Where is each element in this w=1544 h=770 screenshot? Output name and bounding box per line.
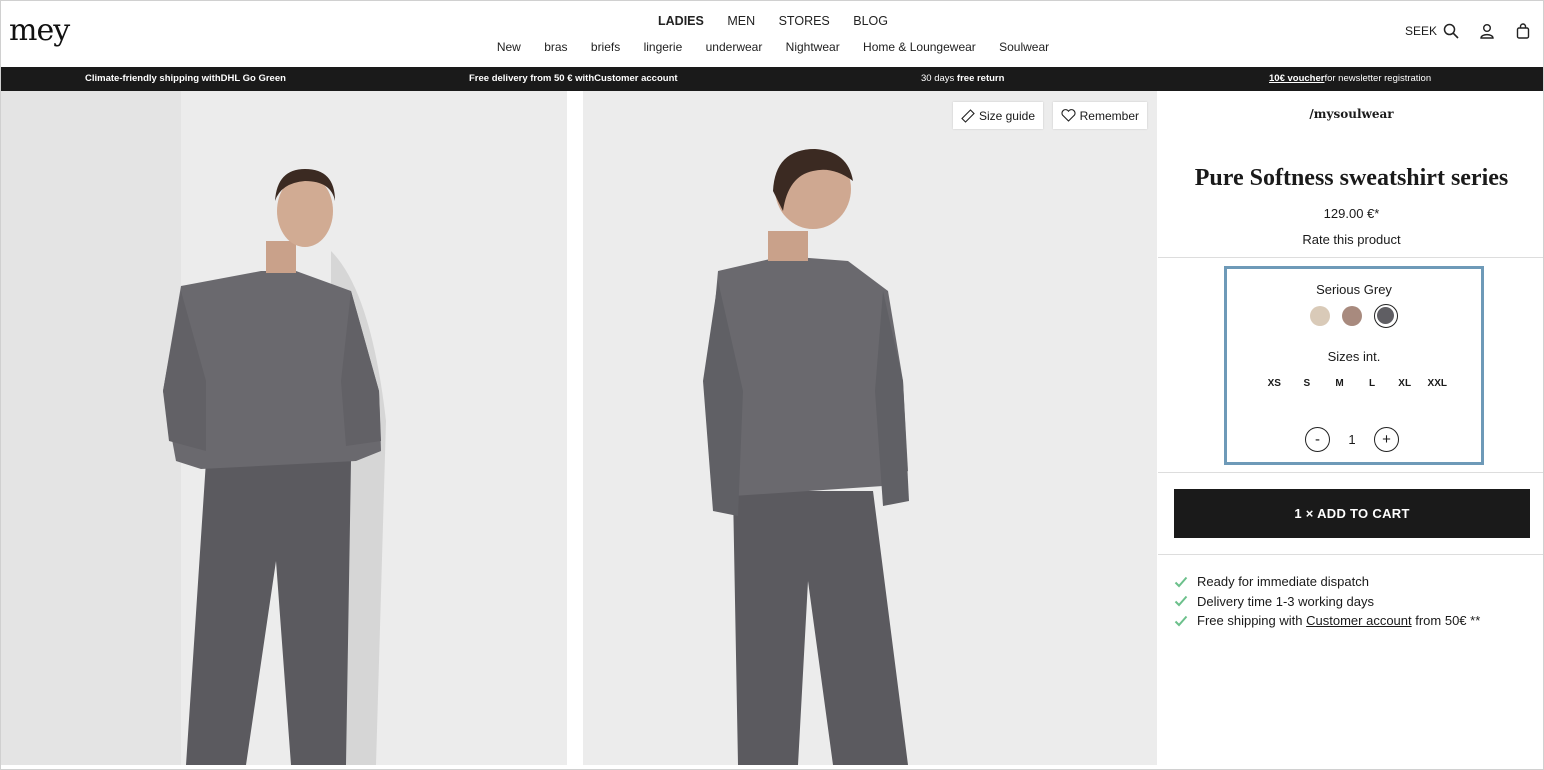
color-swatch-beige[interactable] (1310, 306, 1330, 326)
rate-product-link[interactable]: Rate this product (1158, 232, 1543, 247)
heart-icon (1061, 109, 1076, 122)
size-s[interactable]: S (1291, 378, 1324, 389)
variant-options: Serious Grey Sizes int. XS S M L XL XXL … (1224, 266, 1484, 465)
main-nav: LADIES MEN STORES BLOG (1, 14, 1543, 28)
product-image-front[interactable] (1, 91, 567, 765)
ruler-icon (961, 108, 975, 123)
nav-ladies[interactable]: LADIES (658, 14, 704, 28)
quantity-stepper: - 1 + (1305, 427, 1399, 452)
size-l[interactable]: L (1356, 378, 1389, 389)
site-header: mey LADIES MEN STORES BLOG New bras brie… (1, 1, 1543, 67)
model-front-photo (1, 91, 567, 765)
subnav-lingerie[interactable]: lingerie (644, 40, 683, 54)
size-options: XS S M L XL XXL (1258, 378, 1454, 389)
sizes-label: Sizes int. (1327, 349, 1381, 364)
sub-nav: New bras briefs lingerie underwear Night… (1, 40, 1543, 54)
page: mey LADIES MEN STORES BLOG New bras brie… (0, 0, 1544, 770)
product-price: 129.00 €* (1323, 206, 1380, 221)
size-guide-button[interactable]: Size guide (952, 102, 1043, 129)
selected-color-name: Serious Grey (1316, 282, 1392, 297)
search-label: SEEK (1404, 24, 1437, 38)
quantity-increase-button[interactable]: + (1374, 427, 1399, 452)
remember-label: Remember (1079, 108, 1139, 123)
divider (1158, 472, 1543, 473)
size-xl[interactable]: XL (1388, 378, 1421, 389)
model-back-photo (583, 91, 1157, 765)
product-details-panel: /mysoulwear Pure Softness sweatshirt ser… (1158, 91, 1543, 769)
search-icon (1443, 23, 1459, 39)
product-title: Pure Softness sweatshirt series (1194, 165, 1509, 191)
checkmark-icon (1174, 576, 1188, 588)
size-m[interactable]: M (1323, 378, 1356, 389)
search-button[interactable]: SEEK (1405, 23, 1459, 39)
banner-free-delivery: Free delivery from 50 € withCustomer acc… (469, 73, 678, 84)
nav-blog[interactable]: BLOG (853, 14, 888, 28)
checkmark-icon (1174, 596, 1188, 607)
divider (1158, 257, 1543, 258)
header-actions: SEEK (1405, 23, 1531, 39)
banner-voucher: 10€ voucherfor newsletter registration (1269, 73, 1432, 84)
subnav-bras[interactable]: bras (544, 40, 567, 54)
cart-icon[interactable] (1515, 23, 1531, 39)
size-xxl[interactable]: XXL (1421, 378, 1454, 389)
subnav-home-loungewear[interactable]: Home & Loungewear (863, 40, 976, 54)
banner-return: 30 days free return (921, 73, 1005, 84)
nav-men[interactable]: MEN (727, 14, 755, 28)
list-item: Delivery time 1-3 working days (1174, 592, 1480, 612)
color-swatch-rose[interactable] (1342, 306, 1362, 326)
nav-stores[interactable]: STORES (779, 14, 830, 28)
customer-account-link[interactable]: Customer account (1306, 613, 1412, 628)
divider (1158, 554, 1543, 555)
color-swatch-grey-selected[interactable] (1374, 304, 1398, 328)
size-xs[interactable]: XS (1258, 378, 1291, 389)
product-image-back[interactable]: Size guide Remember (583, 91, 1157, 765)
subnav-nightwear[interactable]: Nightwear (786, 40, 840, 54)
quantity-decrease-button[interactable]: - (1305, 427, 1330, 452)
promo-banner: Climate-friendly shipping withDHL Go Gre… (1, 67, 1543, 91)
checkmark-icon (1174, 615, 1188, 627)
list-item: Free shipping with Customer account from… (1174, 611, 1480, 631)
account-icon[interactable] (1479, 23, 1495, 39)
brand-logo[interactable]: /mysoulwear (1158, 107, 1543, 121)
delivery-info-list: Ready for immediate dispatch Delivery ti… (1174, 572, 1480, 631)
subnav-new[interactable]: New (497, 40, 521, 54)
remember-button[interactable]: Remember (1052, 102, 1147, 129)
add-to-cart-button[interactable]: 1 × ADD TO CART (1174, 489, 1530, 538)
size-guide-label: Size guide (978, 108, 1035, 123)
subnav-soulwear[interactable]: Soulwear (999, 40, 1049, 54)
subnav-underwear[interactable]: underwear (706, 40, 763, 54)
subnav-briefs[interactable]: briefs (591, 40, 620, 54)
voucher-link[interactable]: 10€ voucher (1269, 73, 1324, 84)
banner-shipping: Climate-friendly shipping withDHL Go Gre… (85, 73, 286, 84)
color-swatches (1227, 304, 1481, 328)
quantity-value[interactable]: 1 (1330, 432, 1374, 447)
list-item: Ready for immediate dispatch (1174, 572, 1480, 592)
